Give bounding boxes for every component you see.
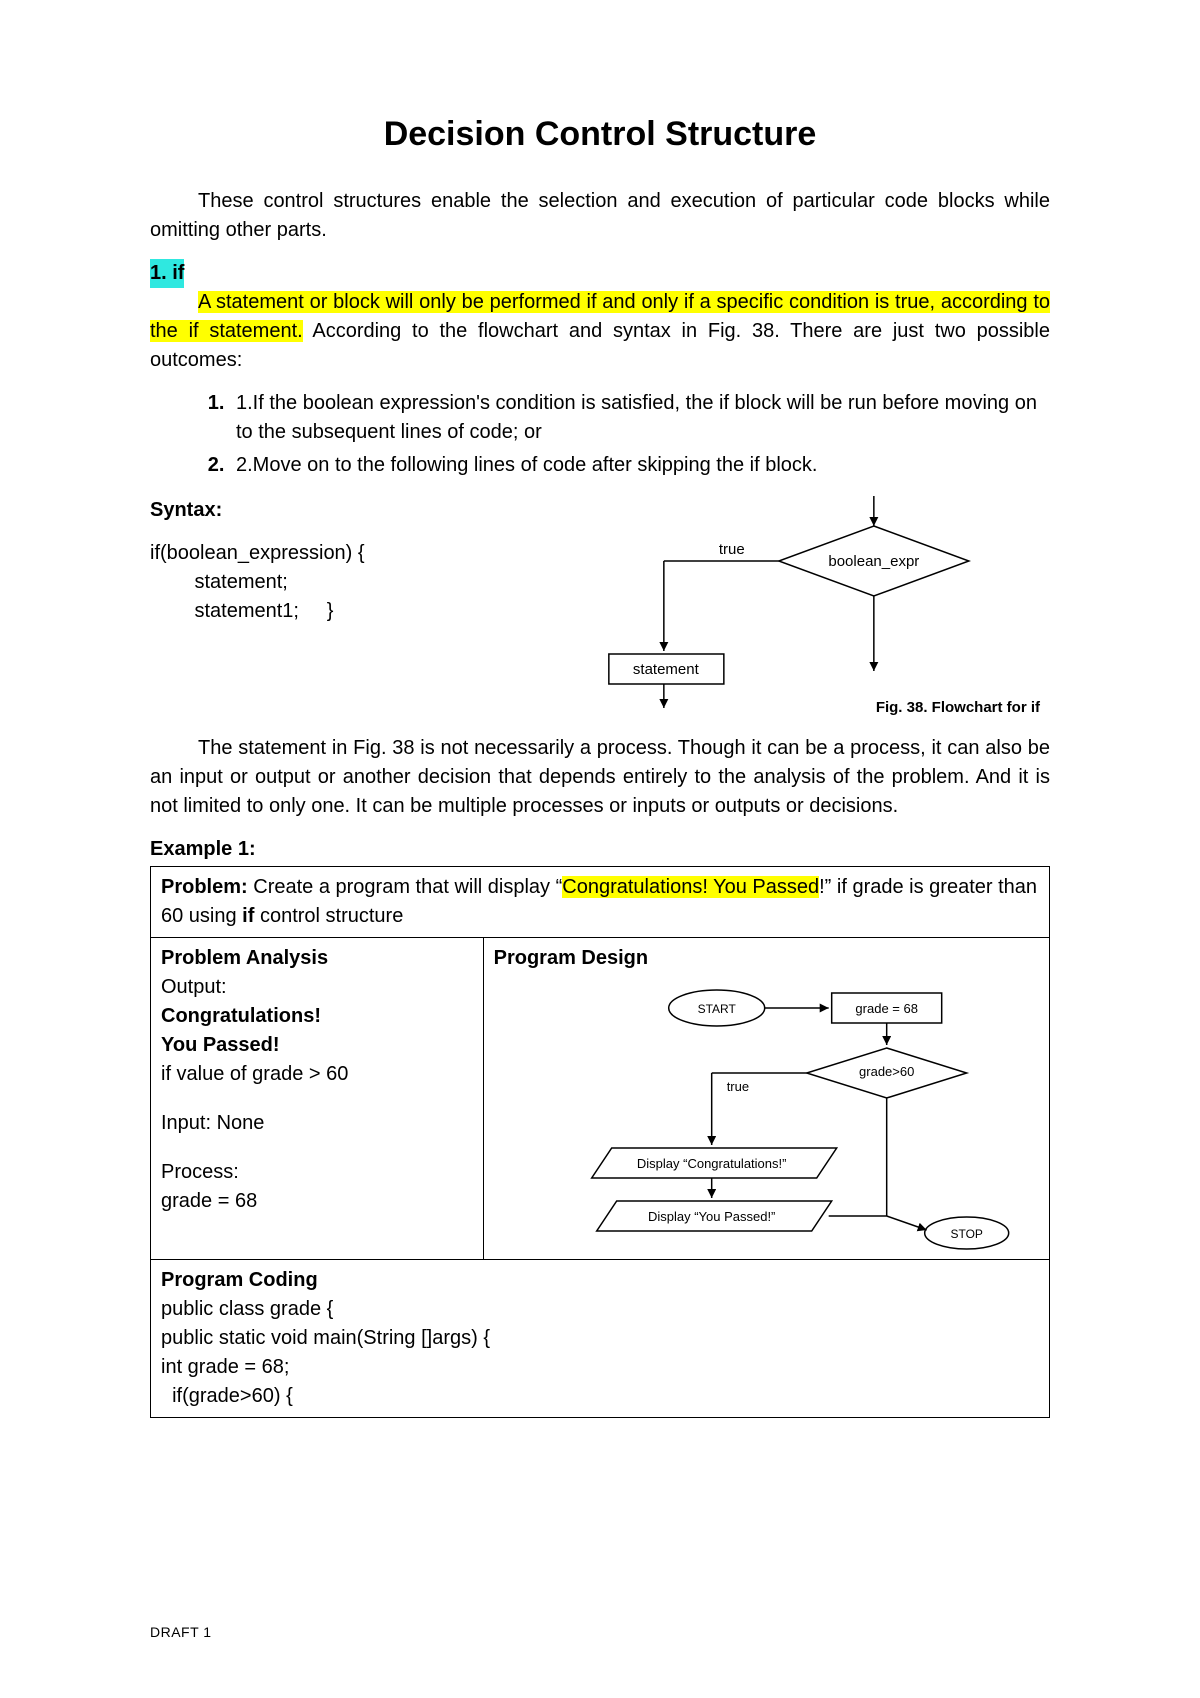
analysis-cell: Problem Analysis Output: Congratulations… [151,938,484,1260]
svg-text:true: true [726,1079,748,1094]
process-label: Process: [161,1158,473,1187]
process-value: grade = 68 [161,1187,473,1216]
svg-text:grade>60: grade>60 [859,1064,914,1079]
footer-draft: DRAFT 1 [150,1622,212,1642]
paragraph-2: The statement in Fig. 38 is not necessar… [150,734,1050,821]
output-cond: if value of grade > 60 [161,1060,473,1089]
true-label: true [719,541,745,558]
svg-text:Display “You Passed!”: Display “You Passed!” [648,1209,775,1224]
problem-label: Problem: [161,876,248,898]
output-line1: Congratulations! [161,1002,473,1031]
intro-paragraph: These control structures enable the sele… [150,187,1050,245]
svg-text:STOP: STOP [950,1227,982,1241]
example-table: Problem: Create a program that will disp… [150,866,1050,1418]
problem-cell: Problem: Create a program that will disp… [151,867,1050,938]
outcomes-list: 1.If the boolean expression's condition … [150,389,1050,480]
problem-bold-if: if [242,905,254,927]
syntax-heading: Syntax: [150,496,560,525]
program-design-flowchart: START grade = 68 grade>60 true [494,973,1039,1253]
statement-box: statement [633,661,700,678]
analysis-heading: Problem Analysis [161,944,473,973]
syntax-code: if(boolean_expression) { statement; stat… [150,539,560,626]
design-cell: Program Design START [483,938,1049,1260]
flowchart-if: boolean_expr true statement Fig. 38. Flo… [568,496,1050,716]
outcome-1: 1.If the boolean expression's condition … [230,389,1050,447]
design-heading: Program Design [494,944,1039,973]
outcome-2: 2.Move on to the following lines of code… [230,451,1050,480]
fig38-caption: Fig. 38. Flowchart for if [876,697,1040,719]
coding-heading: Program Coding [161,1266,1039,1295]
diamond-label: boolean_expr [829,553,920,570]
section-if-label: 1. if [150,259,184,288]
input-label: Input: None [161,1109,473,1138]
output-line2: You Passed! [161,1031,473,1060]
problem-post2: control structure [254,905,403,927]
example1-heading: Example 1: [150,835,1050,864]
svg-text:grade = 68: grade = 68 [855,1001,918,1016]
problem-highlight: Congratulations! You Passed [562,876,819,898]
page-title: Decision Control Structure [150,110,1050,159]
svg-text:START: START [697,1002,736,1016]
problem-pre: Create a program that will display “ [248,876,563,898]
coding-code: public class grade { public static void … [161,1295,1039,1411]
svg-text:Display “Congratulations!”: Display “Congratulations!” [637,1156,787,1171]
coding-cell: Program Coding public class grade { publ… [151,1260,1050,1418]
if-description: A statement or block will only be perfor… [150,288,1050,375]
output-label: Output: [161,973,473,1002]
